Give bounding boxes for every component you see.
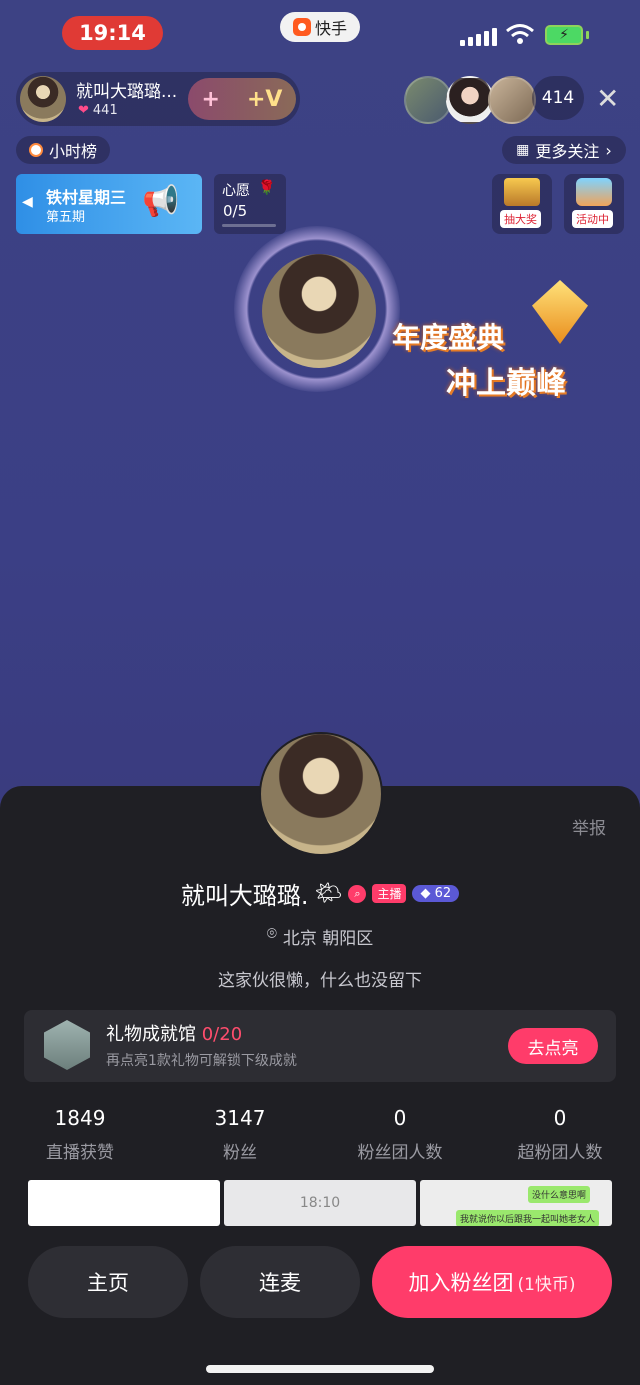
mic-link-button[interactable]: 连麦 bbox=[200, 1246, 360, 1318]
status-time: 19:14 bbox=[62, 16, 163, 50]
wish-progress-bar bbox=[222, 224, 276, 227]
stat-label: 超粉团人数 bbox=[517, 1143, 603, 1163]
photo-thumbnail[interactable]: 没什么意思啊 我就说你以后跟我一起叫她老女人 bbox=[420, 1180, 612, 1226]
host-badge: 主播 bbox=[372, 884, 407, 903]
host-name: 就叫大璐璐... bbox=[76, 82, 178, 102]
chat-bubble: 没什么意思啊 bbox=[528, 1186, 591, 1203]
host-avatar[interactable] bbox=[20, 76, 66, 122]
stat-label: 直播获赞 bbox=[46, 1143, 114, 1163]
rose-icon: 🌹 bbox=[258, 180, 276, 196]
sun-cloud-icon: 🌤 bbox=[314, 881, 343, 906]
chat-bubble: 我就说你以后跟我一起叫她老女人 bbox=[456, 1210, 600, 1226]
stat-value: 3147 bbox=[214, 1106, 266, 1130]
stat-label: 粉丝 bbox=[223, 1143, 257, 1163]
stat-value: 0 bbox=[393, 1106, 407, 1130]
chevron-right-icon: › bbox=[605, 140, 612, 160]
more-follow-button[interactable]: ▦ 更多关注 › bbox=[502, 136, 626, 164]
close-icon[interactable]: ✕ bbox=[596, 82, 619, 115]
home-button[interactable]: 主页 bbox=[28, 1246, 188, 1318]
location-text: 北京 朝阳区 bbox=[282, 929, 374, 949]
host-likes: ❤ 441 bbox=[78, 103, 118, 118]
light-up-button[interactable]: 去点亮 bbox=[508, 1028, 598, 1064]
signal-icon bbox=[460, 28, 497, 46]
viewer-avatar[interactable] bbox=[404, 76, 452, 124]
viewer-avatar[interactable] bbox=[488, 76, 536, 124]
hourly-rank-button[interactable]: 小时榜 bbox=[16, 136, 110, 164]
viewer-count[interactable]: 414 bbox=[532, 76, 584, 120]
trophy-icon bbox=[532, 280, 588, 344]
photo-thumbnail[interactable]: 18:10 bbox=[224, 1180, 416, 1226]
heart-plus-icon: + bbox=[201, 86, 220, 112]
gift-hall-progress: 0/20 bbox=[201, 1024, 243, 1045]
join-label: 加入粉丝团 bbox=[408, 1271, 514, 1295]
gift-hall-subtitle: 再点亮1款礼物可解锁下级成就 bbox=[106, 1053, 297, 1069]
level-badge: ◆ 62 bbox=[412, 885, 460, 902]
stat-likes[interactable]: 1849 直播获赞 bbox=[0, 1106, 160, 1163]
stat-label: 粉丝团人数 bbox=[357, 1143, 443, 1163]
likes-count: 441 bbox=[92, 103, 118, 118]
streamer-avatar[interactable] bbox=[262, 254, 376, 368]
heart-icon: ❤ bbox=[78, 103, 89, 118]
home-indicator[interactable] bbox=[206, 1365, 434, 1373]
plus-v-icon: +V bbox=[247, 86, 283, 112]
report-link[interactable]: 举报 bbox=[572, 814, 606, 839]
stat-fan-club[interactable]: 0 粉丝团人数 bbox=[320, 1106, 480, 1163]
lottery-label: 抽大奖 bbox=[500, 210, 541, 228]
rank-label: 小时榜 bbox=[48, 142, 97, 161]
more-follow-label: 更多关注 bbox=[535, 142, 600, 161]
stat-super-fan[interactable]: 0 超粉团人数 bbox=[480, 1106, 640, 1163]
activity-label: 活动中 bbox=[572, 210, 613, 228]
join-fan-club-button[interactable]: 加入粉丝团 (1快币) bbox=[372, 1246, 612, 1318]
wish-count: 0/5 bbox=[223, 202, 248, 220]
location-row: ⌾ 北京 朝阳区 bbox=[0, 924, 640, 949]
profile-avatar[interactable] bbox=[259, 732, 383, 856]
gift-box-icon bbox=[576, 178, 612, 206]
gift-hall-title: 礼物成就馆 bbox=[106, 1024, 196, 1045]
banner-title: 铁村星期三 bbox=[46, 188, 127, 207]
level-value: 62 bbox=[434, 886, 452, 901]
wifi-icon bbox=[505, 22, 535, 50]
chevron-left-icon[interactable]: ◀ bbox=[22, 194, 33, 210]
app-indicator[interactable]: 快手 bbox=[280, 12, 360, 42]
battery-icon: ⚡ bbox=[545, 25, 583, 45]
stat-value: 1849 bbox=[54, 1106, 106, 1130]
banner-subtitle: 第五期 bbox=[46, 210, 86, 225]
megaphone-icon: 📢 bbox=[142, 184, 180, 219]
app-name: 快手 bbox=[314, 19, 347, 38]
promo-line2[interactable]: 冲上巅峰 bbox=[446, 358, 566, 402]
profile-name: 就叫大璐璐. bbox=[180, 882, 309, 910]
follow-button[interactable]: + +V bbox=[188, 78, 296, 120]
stat-value: 0 bbox=[553, 1106, 567, 1130]
location-pin-icon: ⌾ bbox=[266, 924, 277, 944]
gift-hall-title-row: 礼物成就馆 0/20 bbox=[106, 1020, 242, 1046]
promo-line1[interactable]: 年度盛典 bbox=[392, 316, 504, 356]
stat-fans[interactable]: 3147 粉丝 bbox=[160, 1106, 320, 1163]
grid-icon: ▦ bbox=[516, 142, 530, 158]
join-price: (1快币) bbox=[517, 1274, 576, 1295]
treasure-chest-icon bbox=[504, 178, 540, 206]
battery-tip bbox=[586, 31, 589, 39]
profile-name-row: 就叫大璐璐. 🌤 ⌕ 主播 ◆ 62 bbox=[0, 876, 640, 911]
kuaishou-logo-icon bbox=[292, 18, 311, 36]
bio-text: 这家伙很懒，什么也没留下 bbox=[218, 971, 422, 991]
thumb-time: 18:10 bbox=[299, 1195, 341, 1211]
search-badge-icon: ⌕ bbox=[348, 884, 367, 903]
photo-thumbnail[interactable] bbox=[28, 1180, 220, 1226]
clock-icon bbox=[28, 143, 43, 157]
wish-label: 心愿 bbox=[222, 183, 250, 199]
viewer-avatar[interactable] bbox=[446, 76, 494, 124]
